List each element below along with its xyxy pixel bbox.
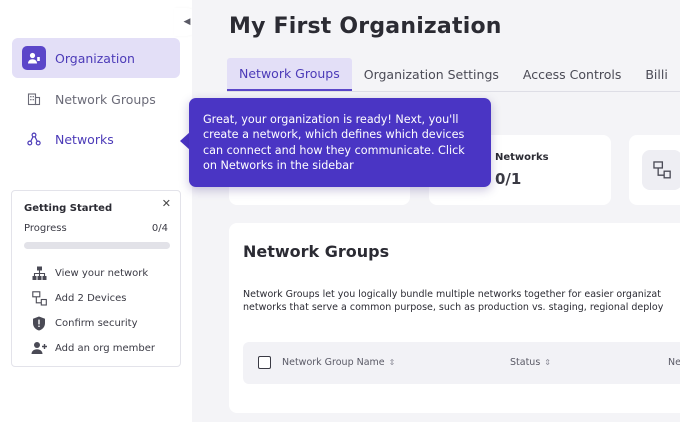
- stat-value: 0/1: [495, 170, 522, 188]
- tab-organization-settings[interactable]: Organization Settings: [352, 58, 511, 91]
- column-header-status[interactable]: Status ⇕: [510, 357, 551, 368]
- tooltip-text: Great, your organization is ready! Next,…: [203, 113, 465, 173]
- tabs-divider: [227, 91, 680, 92]
- getting-started-item-label: Add 2 Devices: [55, 292, 127, 304]
- column-header-networks[interactable]: Ne: [668, 357, 680, 368]
- add-person-icon: [30, 339, 48, 357]
- main-content: My First Organization Network Groups Org…: [192, 0, 680, 422]
- sidebar: Organization Network Groups Networks Get…: [0, 0, 192, 422]
- column-header-label: Ne: [668, 357, 680, 368]
- devices-icon: [642, 150, 680, 190]
- sidebar-item-network-groups[interactable]: Network Groups: [12, 79, 180, 119]
- progress-bar: [24, 242, 170, 249]
- column-header-label: Status: [510, 357, 541, 368]
- stat-label: Networks: [495, 152, 549, 163]
- sort-icon: ⇕: [544, 358, 551, 367]
- getting-started-title: Getting Started: [24, 203, 113, 214]
- chevron-left-icon: ◀: [183, 17, 191, 27]
- getting-started-item-confirm-security[interactable]: Confirm security: [30, 314, 138, 332]
- sidebar-item-label: Organization: [55, 50, 135, 66]
- getting-started-item-label: Confirm security: [55, 317, 138, 329]
- org-user-icon: [22, 46, 46, 70]
- description-line: Network Groups let you logically bundle …: [243, 289, 661, 300]
- sidebar-item-label: Networks: [55, 131, 114, 147]
- column-header-name[interactable]: Network Group Name ⇕: [282, 357, 395, 368]
- progress-value: 0/4: [151, 223, 168, 234]
- sidebar-item-networks[interactable]: Networks: [12, 119, 180, 159]
- tab-network-groups[interactable]: Network Groups: [227, 58, 352, 91]
- page-title: My First Organization: [229, 14, 502, 39]
- stat-card-devices: [629, 135, 680, 205]
- getting-started-item-view-network[interactable]: View your network: [30, 264, 148, 282]
- tab-billing[interactable]: Billi: [633, 58, 679, 91]
- network-groups-description: Network Groups let you logically bundle …: [243, 288, 680, 314]
- getting-started-item-add-member[interactable]: Add an org member: [30, 339, 155, 357]
- network-groups-title: Network Groups: [243, 242, 390, 261]
- close-icon[interactable]: ✕: [162, 197, 171, 210]
- sort-icon: ⇕: [388, 358, 396, 367]
- description-line: networks that serve a common purpose, su…: [243, 302, 664, 313]
- tab-access-controls[interactable]: Access Controls: [511, 58, 633, 91]
- onboarding-tooltip: Great, your organization is ready! Next,…: [189, 98, 491, 187]
- network-groups-card: Network Groups Network Groups let you lo…: [229, 223, 680, 413]
- shield-icon: [30, 314, 48, 332]
- building-icon: [22, 87, 46, 111]
- getting-started-item-label: View your network: [55, 267, 149, 279]
- tab-bar: Network Groups Organization Settings Acc…: [227, 58, 680, 92]
- devices-icon: [30, 289, 48, 307]
- sidebar-item-organization[interactable]: Organization: [12, 38, 180, 78]
- hierarchy-icon: [30, 264, 48, 282]
- progress-label: Progress: [24, 223, 67, 234]
- network-nodes-icon: [22, 127, 46, 151]
- column-header-label: Network Group Name: [282, 357, 385, 368]
- getting-started-card: Getting Started ✕ Progress 0/4 View your…: [11, 190, 181, 367]
- sidebar-item-label: Network Groups: [55, 91, 156, 107]
- select-all-checkbox[interactable]: [258, 356, 271, 369]
- table-header: Network Group Name ⇕ Status ⇕ Ne: [243, 342, 680, 384]
- getting-started-item-label: Add an org member: [55, 342, 156, 354]
- getting-started-item-add-devices[interactable]: Add 2 Devices: [30, 289, 127, 307]
